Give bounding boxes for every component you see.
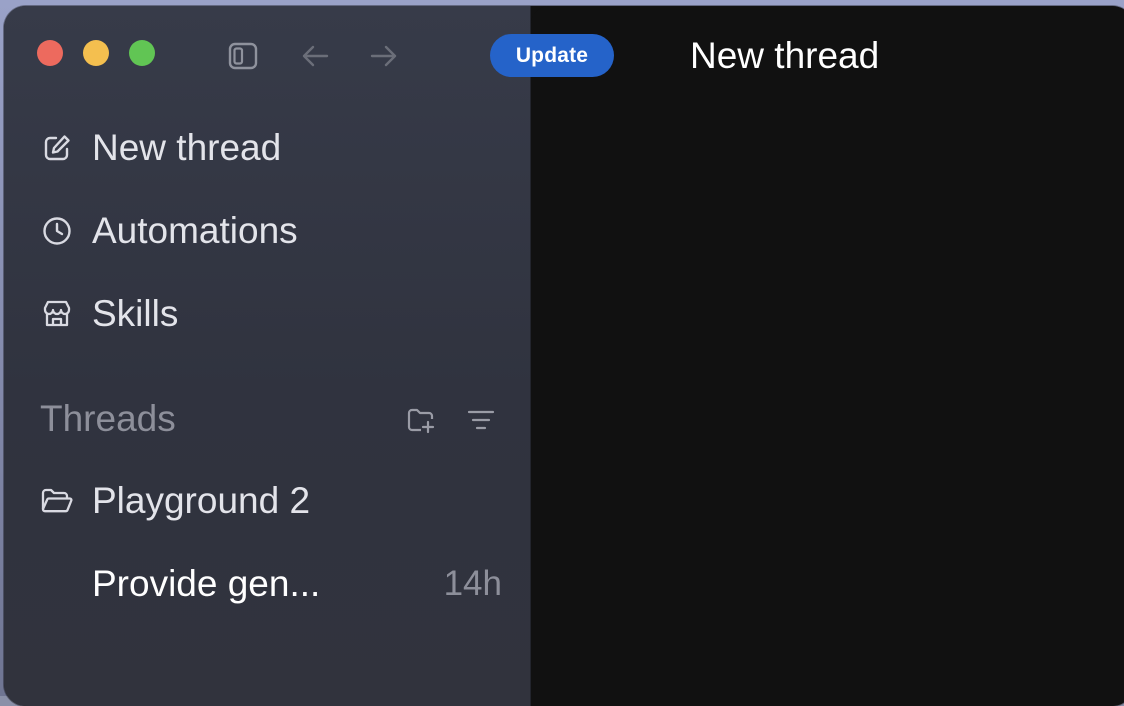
folder-open-icon [40, 484, 74, 518]
nav-item-new-thread[interactable]: New thread [40, 124, 281, 172]
nav-label: Automations [92, 210, 298, 251]
nav-label: New thread [92, 127, 282, 168]
sidebar-toggle-icon[interactable] [227, 40, 259, 72]
thread-timestamp: 14h [443, 564, 502, 603]
main-panel [531, 6, 1124, 706]
clock-icon [40, 214, 74, 248]
close-window-button[interactable] [37, 40, 63, 66]
nav-item-automations[interactable]: Automations [40, 207, 298, 255]
project-item-playground-2[interactable]: Playground 2 [40, 477, 310, 525]
sidebar: New thread Automations Skills Threads Pl… [4, 6, 531, 706]
thread-item[interactable]: Provide gen... 14h [92, 560, 502, 608]
update-button[interactable]: Update [490, 34, 614, 77]
filter-icon[interactable] [465, 404, 497, 436]
arrow-left-icon[interactable] [299, 40, 331, 72]
desktop-background: New thread Automations Skills Threads Pl… [0, 0, 1124, 706]
page-title: New thread [690, 35, 880, 76]
project-label: Playground 2 [92, 480, 311, 521]
app-window: New thread Automations Skills Threads Pl… [4, 6, 1124, 706]
minimize-window-button[interactable] [83, 40, 109, 66]
thread-title: Provide gen... [92, 563, 321, 604]
new-folder-icon[interactable] [405, 404, 437, 436]
store-icon [40, 297, 74, 331]
zoom-window-button[interactable] [129, 40, 155, 66]
arrow-right-icon[interactable] [368, 40, 400, 72]
threads-section-title: Threads [40, 398, 176, 439]
nav-item-skills[interactable]: Skills [40, 290, 178, 338]
edit-icon [40, 131, 74, 165]
nav-label: Skills [92, 293, 179, 334]
